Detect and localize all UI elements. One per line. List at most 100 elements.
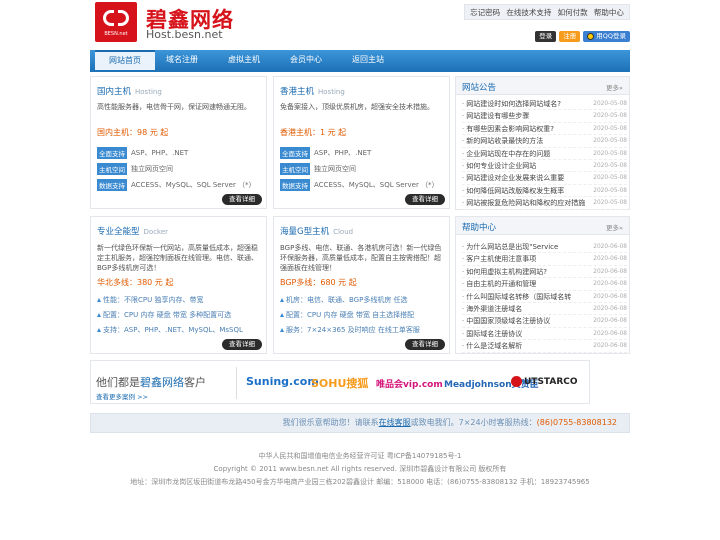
list-item[interactable]: 如何专业设计企业网站2020-05-08: [462, 160, 627, 173]
bullet-icon: [97, 328, 101, 332]
auth-row: 登录 注册 用QQ登录: [535, 31, 630, 42]
card-feature: 性能：不限CPU 独享内存、带宽: [97, 295, 203, 305]
list-item[interactable]: 网站建设时如何选择网站域名?2020-05-08: [462, 98, 627, 111]
sohu-logo[interactable]: SOHU搜狐: [311, 375, 368, 391]
product-card-professional: 专业全能型 Docker 新一代绿色环保新一代网站，高质量低成本，超强稳定主机服务…: [90, 216, 267, 354]
list-item[interactable]: 如何降低网站改版降权发生概率2020-05-08: [462, 185, 627, 198]
card-desc: BGP多线、电信、联通、各港机房可选！新一代绿色环保服务器，高质量低成本，配置自…: [280, 244, 442, 272]
client-logos-strip: 他们都是碧鑫网络客户 查看更多案例 >> Suning.com SOHU搜狐 唯…: [90, 360, 590, 404]
card-price: BGP多线：680 元 起: [280, 278, 357, 287]
card-feature: 配置：CPU 内存 硬盘 带宽 自主选择搭配: [280, 310, 414, 320]
list-item[interactable]: 网站被报复危险网站和降权的应对措施2020-05-08: [462, 197, 627, 210]
nav-main-site[interactable]: 返回主站: [338, 50, 398, 70]
list-item[interactable]: 客户主机使用注意事项2020-06-08: [462, 253, 627, 266]
nav-member[interactable]: 会员中心: [276, 50, 336, 70]
card-price: 国内主机：98 元 起: [97, 128, 169, 137]
clients-title: 他们都是碧鑫网络客户: [96, 376, 206, 389]
list-item[interactable]: 中国国家顶级域名注册协议2020-06-08: [462, 315, 627, 328]
panel-header: 帮助中心 更多»: [456, 217, 629, 235]
card-feature-row: 数据支持 ACCESS、MySQL、SQL Server （*）: [97, 179, 256, 191]
product-card-hongkong: 香港主机 Hosting 免备案接入，顶级优质机房，超强安全技术措施。 香港主机：…: [273, 76, 450, 209]
logo-english[interactable]: Host.besn.net: [146, 28, 223, 41]
qq-login-label: 用QQ登录: [596, 32, 626, 40]
footer-copyright: Copyright © 2011 www.besn.net All rights…: [213, 465, 507, 473]
list-item[interactable]: 什么叫国际域名转移（国际域名转2020-06-08: [462, 291, 627, 303]
list-item[interactable]: 新的网站收录最快的方法2020-05-08: [462, 135, 627, 148]
nav-domain[interactable]: 域名注册: [152, 50, 212, 70]
nav-hosting[interactable]: 虚拟主机: [214, 50, 274, 70]
vip-logo[interactable]: 唯品会vip.com: [376, 377, 443, 390]
view-details-button[interactable]: 查看详细: [405, 339, 445, 350]
list-item[interactable]: 什么是泛域名解析2020-06-08: [462, 340, 627, 353]
how-to-pay-link[interactable]: 如何付款: [558, 7, 588, 18]
register-button[interactable]: 注册: [559, 31, 581, 42]
hotline-number: (86)0755-83808132: [536, 418, 617, 427]
card-feature-row: 主机空间 独立网页空间: [97, 163, 173, 175]
list-item[interactable]: 国际域名注册协议2020-06-08: [462, 328, 627, 341]
support-bar: 我们很乐意帮助您！请联系在线客服或致电我们。7×24小时客服热线：(86)075…: [90, 413, 630, 433]
online-support-link[interactable]: 在线技术支持: [506, 7, 551, 18]
card-feature-row: 全面支持 ASP、PHP、.NET: [280, 147, 372, 159]
view-details-button[interactable]: 查看详细: [222, 194, 262, 205]
support-text: 我们很乐意帮助您！请联系: [282, 418, 379, 427]
card-title[interactable]: 国内主机 Hosting: [97, 85, 162, 97]
logo-icon: [103, 10, 129, 26]
product-card-domestic: 国内主机 Hosting 高性能服务器，电信骨干网，保证网速畅通无阻。 国内主机：…: [90, 76, 267, 209]
bullet-icon: [280, 313, 284, 317]
bullet-icon: [280, 328, 284, 332]
card-desc: 免备案接入，顶级优质机房，超强安全技术措施。: [280, 103, 434, 111]
support-text: 或致电我们。7×24小时客服热线：: [410, 418, 537, 427]
help-list: 为什么网站总是出现"Service2020-06-08 客户主机使用注意事项20…: [462, 241, 627, 353]
view-details-button[interactable]: 查看详细: [405, 194, 445, 205]
nav-underline: [90, 70, 630, 72]
list-item[interactable]: 如何用虚拟主机构建网站?2020-06-08: [462, 266, 627, 279]
bullet-icon: [97, 313, 101, 317]
help-title: 帮助中心: [462, 223, 497, 233]
card-desc: 新一代绿色环保新一代网站，高质量低成本，超强稳定主机服务，超强控制面板在线管理。…: [97, 244, 258, 272]
qq-login-button[interactable]: 用QQ登录: [583, 31, 630, 42]
notice-list: 网站建设时如何选择网站域名?2020-05-08 网站建设有哪些步骤2020-0…: [462, 98, 627, 210]
list-item[interactable]: 网站建设有哪些步骤2020-05-08: [462, 110, 627, 123]
logo-mark[interactable]: BESN.net: [95, 2, 137, 42]
list-item[interactable]: 网站建设对企业发展来说么重要2020-05-08: [462, 172, 627, 185]
card-title[interactable]: 香港主机 Hosting: [280, 85, 345, 97]
login-button[interactable]: 登录: [535, 31, 557, 42]
help-center-link[interactable]: 帮助中心: [594, 7, 624, 18]
notice-more-link[interactable]: 更多»: [606, 82, 623, 92]
list-item[interactable]: 海外渠道注册域名2020-06-08: [462, 303, 627, 316]
card-feature-row: 全面支持 ASP、PHP、.NET: [97, 147, 189, 159]
help-more-link[interactable]: 更多»: [606, 222, 623, 232]
card-feature-row: 主机空间 独立网页空间: [280, 163, 356, 175]
nav-home[interactable]: 网站首页: [95, 50, 155, 70]
forgot-password-link[interactable]: 忘记密码: [470, 7, 500, 18]
view-details-button[interactable]: 查看详细: [222, 339, 262, 350]
top-links-bar: 忘记密码 在线技术支持 如何付款 帮助中心: [464, 4, 630, 20]
list-item[interactable]: 为什么网站总是出现"Service2020-06-08: [462, 241, 627, 254]
card-feature: 服务：7×24×365 及时响应 在线工单客服: [280, 325, 420, 335]
more-cases-link[interactable]: 查看更多案例 >>: [96, 391, 148, 401]
divider: [236, 367, 237, 399]
footer-address: 地址：深圳市龙岗区坂田街道布龙路450号金方华电商产业园三栋202碧鑫设计 邮编…: [130, 478, 590, 486]
card-feature: 配置：CPU 内存 硬盘 带宽 多种配置可选: [97, 310, 231, 320]
footer-icp: 中华人民共和国增值电信业务经营许可证 粤ICP备14079185号-1: [258, 452, 462, 460]
product-card-cloud: 海量G型主机 Cloud BGP多线、电信、联通、各港机房可选！新一代绿色环保服务…: [273, 216, 450, 354]
notice-panel: 网站公告 更多» 网站建设时如何选择网站域名?2020-05-08 网站建设有哪…: [455, 76, 630, 210]
panel-header: 网站公告 更多»: [456, 77, 629, 95]
utstarcom-logo[interactable]: UTSTARCO: [511, 376, 578, 387]
list-item[interactable]: 有哪些因素会影响网站权重?2020-05-08: [462, 123, 627, 136]
qq-icon: [587, 33, 595, 40]
list-item[interactable]: 自由主机的开通和管理2020-06-08: [462, 278, 627, 291]
main-nav: 网站首页 域名注册 虚拟主机 会员中心 返回主站: [90, 50, 630, 70]
bullet-icon: [97, 298, 101, 302]
list-item[interactable]: 企业网站现在中存在的问题2020-05-08: [462, 148, 627, 160]
online-service-link[interactable]: 在线客服: [379, 418, 411, 427]
utstarcom-icon: [511, 376, 522, 387]
card-title[interactable]: 专业全能型 Docker: [97, 225, 168, 237]
notice-title: 网站公告: [462, 83, 497, 93]
help-panel: 帮助中心 更多» 为什么网站总是出现"Service2020-06-08 客户主…: [455, 216, 630, 354]
card-feature-row: 数据支持 ACCESS、MySQL、SQL Server （*）: [280, 179, 439, 191]
card-title[interactable]: 海量G型主机 Cloud: [280, 225, 353, 237]
card-feature: 支持：ASP、PHP、.NET、MySQL、MsSQL: [97, 325, 243, 335]
card-price: 香港主机：1 元 起: [280, 128, 347, 137]
suning-logo[interactable]: Suning.com: [246, 375, 319, 388]
